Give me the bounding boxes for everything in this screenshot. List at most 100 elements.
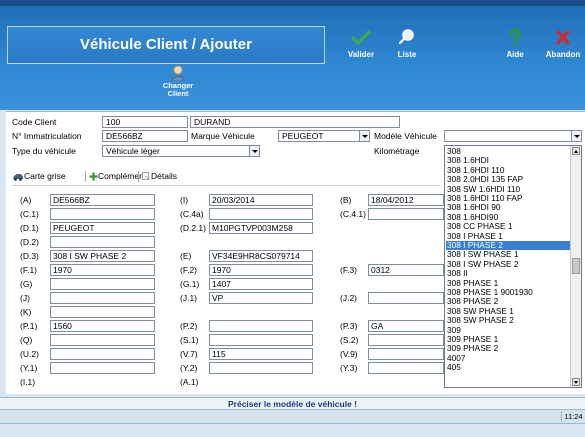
aide-label: Aide (506, 50, 524, 59)
card-code: (J) (20, 293, 30, 303)
card-code: (D.3) (20, 251, 39, 261)
card-code: (G.1) (180, 279, 200, 289)
card-code: (K) (20, 307, 32, 317)
scroll-down-icon[interactable] (572, 378, 580, 386)
abandon-button[interactable]: Abandon (543, 29, 583, 59)
card-field-f1[interactable]: 1970 (50, 264, 155, 276)
card-code: (C.1) (20, 209, 39, 219)
scroll-thumb[interactable] (572, 258, 580, 274)
type-label: Type du véhicule (12, 146, 76, 156)
dropdown-option[interactable]: 405 (446, 362, 571, 372)
marque-value: PEUGEOT (282, 131, 324, 141)
help-icon (509, 28, 521, 46)
card-code: (I.1) (20, 377, 36, 387)
immat-label: N° Immatriculation (12, 131, 82, 141)
valider-label: Valider (347, 50, 375, 59)
card-field-d1[interactable]: PEUGEOT (50, 222, 155, 234)
card-field-y1[interactable] (50, 362, 155, 374)
card-field-p2[interactable] (209, 320, 313, 332)
card-field-a[interactable]: DE566BZ (50, 194, 155, 206)
card-field-f2[interactable]: 1970 (209, 264, 313, 276)
changer-client-button[interactable]: Changer Client (148, 65, 208, 98)
tab-details-label: Détails (151, 171, 177, 181)
cross-icon (556, 30, 570, 45)
card-code: (V.9) (340, 349, 358, 359)
card-field-j2[interactable] (368, 292, 444, 304)
card-field-d2[interactable] (50, 236, 155, 248)
code-client-field[interactable]: 100 (102, 116, 188, 128)
card-field-d21[interactable]: M10PGTVP003M258 (209, 222, 313, 234)
tab-details[interactable]: Détails (142, 171, 177, 181)
card-field-j1[interactable]: VP (209, 292, 313, 304)
dropdown-scrollbar[interactable] (570, 146, 581, 387)
chevron-down-icon[interactable] (571, 131, 581, 141)
card-code: (P.1) (20, 321, 38, 331)
card-field-q[interactable] (50, 334, 155, 346)
valider-button[interactable]: Valider (344, 30, 378, 59)
card-field-v9[interactable] (368, 348, 444, 360)
card-field-i[interactable]: 20/03/2014 (209, 194, 313, 206)
tab-carte-grise[interactable]: Carte grise (12, 171, 66, 181)
card-field-y2[interactable] (209, 362, 313, 374)
check-icon (351, 30, 371, 45)
marque-select[interactable]: PEUGEOT (278, 130, 370, 142)
chevron-down-icon[interactable] (359, 131, 369, 141)
card-field-y3[interactable] (368, 362, 444, 374)
card-code: (Q) (20, 335, 33, 345)
modele-select[interactable] (444, 130, 582, 142)
card-field-g[interactable] (50, 278, 155, 290)
card-field-c41[interactable] (368, 208, 444, 220)
card-field-j[interactable] (50, 292, 155, 304)
immat-field[interactable]: DE566BZ (102, 130, 188, 142)
chevron-down-icon[interactable] (249, 146, 259, 156)
magnifier-icon (398, 29, 414, 45)
scroll-up-icon[interactable] (572, 147, 580, 155)
card-field-u2[interactable] (50, 348, 155, 360)
modele-dropdown-list[interactable]: 308 308 1.6HDI 308 1.6HDI 110 308 2.0HDI… (444, 145, 582, 388)
card-code: (E) (180, 251, 192, 261)
card-code: (F.3) (340, 265, 357, 275)
card-code: (J.2) (340, 293, 357, 303)
card-code: (G) (20, 279, 33, 289)
card-code: (V.7) (180, 349, 198, 359)
card-code: (F.2) (180, 265, 197, 275)
card-field-v7[interactable]: 115 (209, 348, 313, 360)
card-field-f3[interactable]: 0312 (368, 264, 444, 276)
type-value: Véhicule léger (106, 146, 160, 156)
card-field-s2[interactable] (368, 334, 444, 346)
card-code: (S.1) (180, 335, 199, 345)
page-title-box: Véhicule Client / Ajouter (7, 26, 325, 64)
card-field-p1[interactable]: 1560 (50, 320, 155, 332)
card-field-b[interactable]: 18/04/2012 (368, 194, 444, 206)
card-field-d3[interactable]: 308 I SW PHASE 2 (50, 250, 155, 262)
card-field-g1[interactable]: 1407 (209, 278, 313, 290)
card-field-c1[interactable] (50, 208, 155, 220)
card-code: (S.2) (340, 335, 359, 345)
card-code: (C.4.1) (340, 209, 366, 219)
card-code: (I) (180, 195, 189, 205)
plus-icon (89, 172, 98, 181)
card-code: (P.3) (340, 321, 358, 331)
card-field-e[interactable]: VF34E9HR8CS079714 (209, 250, 313, 262)
liste-label: Liste (397, 50, 417, 59)
detail-icon (142, 172, 151, 181)
card-code: (U.2) (20, 349, 39, 359)
card-field-s1[interactable] (209, 334, 313, 346)
client-name-field[interactable]: DURAND (190, 116, 400, 128)
dropdown-option[interactable]: 308 SW PHASE 2 (446, 315, 571, 325)
modele-label: Modèle Véhicule (374, 131, 437, 141)
toolbar: Véhicule Client / Ajouter Valider Liste … (0, 0, 585, 110)
tab-divider (85, 171, 86, 182)
card-code: (F.1) (20, 265, 37, 275)
card-field-p3[interactable]: GA (368, 320, 444, 332)
aide-button[interactable]: Aide (502, 28, 528, 59)
card-field-c4a[interactable] (209, 208, 313, 220)
type-select[interactable]: Véhicule léger (102, 145, 260, 157)
dropdown-option[interactable]: 4007 (446, 353, 571, 363)
status-bar: 11:24 (0, 410, 585, 424)
card-code: (C.4a) (180, 209, 204, 219)
clock: 11:24 (561, 411, 585, 422)
liste-button[interactable]: Liste (392, 28, 422, 59)
card-code: (J.1) (180, 293, 197, 303)
card-field-k[interactable] (50, 306, 155, 318)
